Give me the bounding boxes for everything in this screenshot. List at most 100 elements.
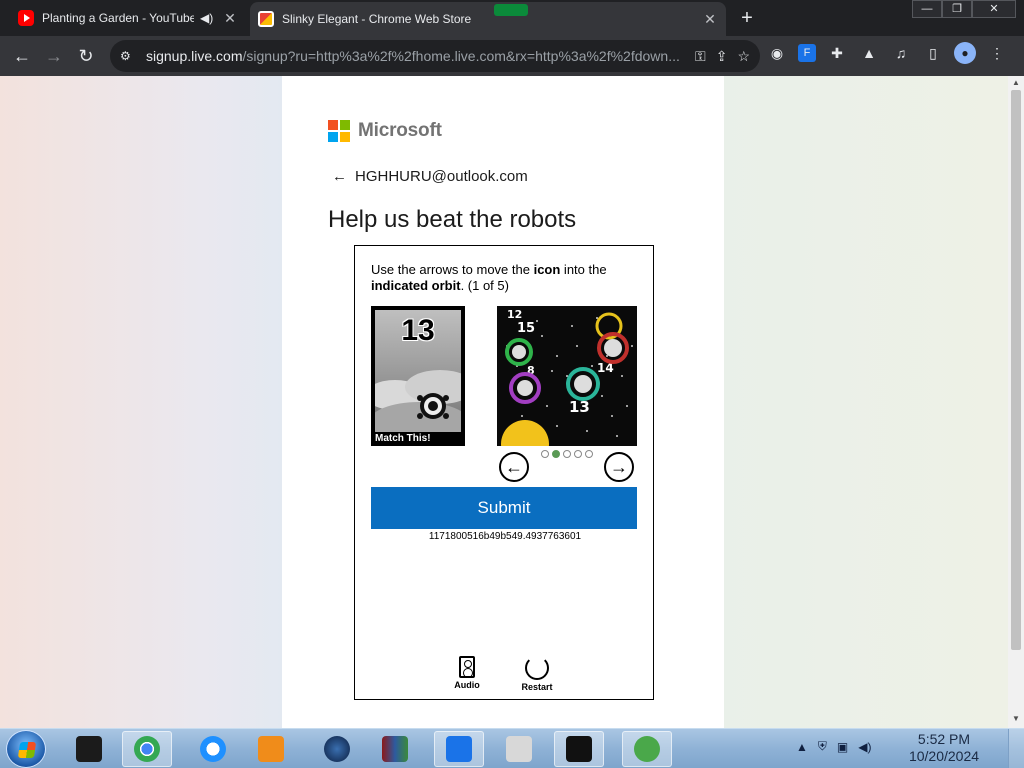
avatar-icon: ● xyxy=(954,42,976,64)
progress-dot xyxy=(585,450,593,458)
page-viewport: Microsoft ← HGHHURU@outlook.com Help us … xyxy=(0,76,1008,728)
speaker-icon[interactable]: ◀) xyxy=(200,11,216,25)
microsoft-logo: Microsoft xyxy=(328,120,442,142)
orbit-label: 12 xyxy=(507,308,522,321)
session-id: 1171800516b49b549.4937763601 xyxy=(428,531,582,542)
system-tray: ▲ ⛨ ▣ ◀) xyxy=(796,739,871,754)
taskbar-app-chrome[interactable] xyxy=(122,731,172,767)
identity-email: HGHHURU@outlook.com xyxy=(355,168,528,185)
taskbar-app-users[interactable] xyxy=(622,731,672,767)
arrow-left-icon: ← xyxy=(505,456,523,477)
extension-icon[interactable]: ◉ xyxy=(766,42,788,64)
orbit-label: 13 xyxy=(569,398,590,416)
clock-time: 5:52 PM xyxy=(917,731,971,747)
minimize-button[interactable]: — xyxy=(912,0,942,18)
tab-youtube[interactable]: Planting a Garden - YouTube ◀) ✕ xyxy=(10,4,246,32)
brand-name: Microsoft xyxy=(358,120,442,141)
start-button[interactable] xyxy=(6,730,46,768)
reload-button[interactable]: ↻ xyxy=(70,40,102,72)
bookmark-star-icon[interactable]: ☆ xyxy=(737,48,750,65)
scroll-thumb[interactable] xyxy=(1011,90,1021,650)
media-player-icon xyxy=(258,736,284,762)
taskbar-app-winrar[interactable] xyxy=(370,731,420,767)
volume-icon[interactable]: ◀) xyxy=(858,740,871,754)
back-arrow-icon[interactable]: ← xyxy=(332,168,347,185)
extension-f-icon[interactable]: F xyxy=(798,44,816,62)
site-info-icon[interactable]: ⚙ xyxy=(120,49,138,63)
browser-toolbar: ← → ↻ ⚙ signup.live.com/signup?ru=http%3… xyxy=(0,36,1024,76)
notepad-icon xyxy=(566,736,592,762)
progress-dots xyxy=(541,450,593,458)
tab-hover-preview xyxy=(494,4,528,16)
files-icon xyxy=(506,736,532,762)
audio-button[interactable]: Audio xyxy=(437,656,497,690)
key-icon[interactable]: ⚿ xyxy=(695,48,706,65)
match-orbit-number: 13 xyxy=(401,314,435,347)
clock-date: 10/20/2024 xyxy=(908,748,980,764)
new-tab-button[interactable]: + xyxy=(736,8,758,30)
close-window-button[interactable]: ✕ xyxy=(972,0,1016,18)
match-target-panel: 13 Match This! xyxy=(371,306,465,446)
close-tab-icon[interactable]: ✕ xyxy=(222,10,238,26)
taskbar-app-notepad[interactable] xyxy=(554,731,604,767)
taskbar-clock[interactable]: 5:52 PM 10/20/2024 xyxy=(896,731,992,765)
taskbar-app-globe[interactable] xyxy=(312,731,362,767)
forward-button[interactable]: → xyxy=(38,40,70,72)
shield-icon[interactable]: ⛨ xyxy=(818,739,827,754)
taskbar-app-files[interactable] xyxy=(494,731,544,767)
show-desktop-button[interactable] xyxy=(1008,729,1024,768)
back-button[interactable]: ← xyxy=(6,40,38,72)
match-caption: Match This! xyxy=(375,433,431,444)
tab-title: Slinky Elegant - Chrome Web Store xyxy=(282,12,472,26)
match-icon xyxy=(417,393,449,419)
progress-dot xyxy=(574,450,582,458)
restart-label: Restart xyxy=(521,682,553,692)
flask-icon[interactable]: ▲ xyxy=(858,42,880,64)
scroll-up-icon[interactable]: ▲ xyxy=(1012,78,1020,87)
winrar-icon xyxy=(382,736,408,762)
media-control-icon[interactable]: ♫ xyxy=(890,42,912,64)
orbit-game-panel[interactable]: 12 15 8 14 13 xyxy=(497,306,637,446)
taskbar-app-terminal[interactable] xyxy=(64,731,114,767)
taskbar-app-f[interactable] xyxy=(434,731,484,767)
signup-card: Microsoft ← HGHHURU@outlook.com Help us … xyxy=(284,76,724,728)
tab-signup[interactable]: Slinky Elegant - Chrome Web Store ✕ xyxy=(250,2,726,36)
taskbar-app-media[interactable] xyxy=(246,731,296,767)
url-text[interactable]: signup.live.com/signup?ru=http%3a%2f%2fh… xyxy=(146,48,695,64)
network-icon[interactable]: ▣ xyxy=(837,740,848,754)
address-bar[interactable]: ⚙ signup.live.com/signup?ru=http%3a%2f%2… xyxy=(110,40,760,72)
taskbar-app-ie[interactable] xyxy=(188,731,238,767)
internet-explorer-icon xyxy=(200,736,226,762)
close-tab-icon[interactable]: ✕ xyxy=(702,11,718,27)
identity-banner[interactable]: ← HGHHURU@outlook.com xyxy=(332,168,528,185)
scroll-down-icon[interactable]: ▼ xyxy=(1012,714,1020,723)
url-host: signup.live.com xyxy=(146,48,243,64)
arrow-right-icon: → xyxy=(610,456,628,477)
window-controls: — ❐ ✕ xyxy=(912,0,1016,18)
page-scrollbar[interactable]: ▲ ▼ xyxy=(1008,76,1024,728)
windows-taskbar: ▲ ⛨ ▣ ◀) 5:52 PM 10/20/2024 xyxy=(0,728,1024,768)
audio-label: Audio xyxy=(454,680,480,690)
menu-kebab-icon[interactable]: ⋮ xyxy=(986,42,1008,64)
extensions-area: ◉ F ✚ ▲ ♫ ▯ ● ⋮ xyxy=(766,42,1008,64)
show-hidden-icons-icon[interactable]: ▲ xyxy=(796,740,808,754)
users-icon xyxy=(634,736,660,762)
arrow-left-button[interactable]: ← xyxy=(499,452,529,482)
restore-button[interactable]: ❐ xyxy=(942,0,972,18)
share-icon[interactable]: ⇪ xyxy=(716,48,728,65)
restart-button[interactable]: Restart xyxy=(507,656,567,692)
speaker-icon xyxy=(459,656,475,678)
side-panel-icon[interactable]: ▯ xyxy=(922,42,944,64)
captcha-challenge: Use the arrows to move the icon into the… xyxy=(354,245,654,700)
tab-title: Planting a Garden - YouTube xyxy=(42,11,194,25)
arrow-right-button[interactable]: → xyxy=(604,452,634,482)
progress-dot xyxy=(563,450,571,458)
orbit-label: 15 xyxy=(517,321,535,336)
f-app-icon xyxy=(446,736,472,762)
profile-avatar[interactable]: ● xyxy=(954,42,976,64)
submit-button[interactable]: Submit xyxy=(371,487,637,529)
globe-icon xyxy=(324,736,350,762)
captcha-instructions: Use the arrows to move the icon into the… xyxy=(371,262,607,293)
puzzle-icon[interactable]: ✚ xyxy=(826,42,848,64)
match-target-image: 13 xyxy=(375,310,461,432)
